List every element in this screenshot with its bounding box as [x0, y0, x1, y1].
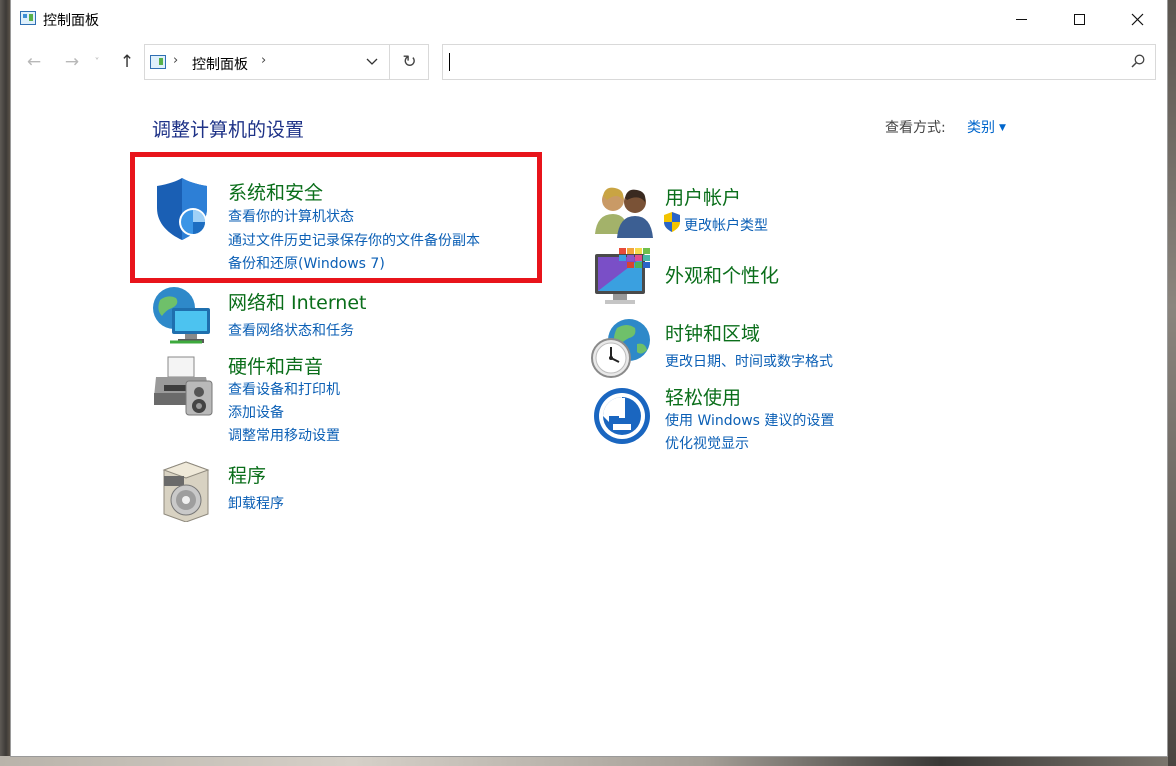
- triangle-down-icon: ▼: [999, 123, 1006, 133]
- link-change-date-time-format[interactable]: 更改日期、时间或数字格式: [665, 351, 833, 371]
- category-programs[interactable]: 程序: [228, 461, 266, 488]
- link-uninstall-program[interactable]: 卸载程序: [228, 493, 284, 513]
- close-button[interactable]: [1108, 0, 1166, 38]
- uac-shield-icon: [664, 212, 680, 232]
- up-button[interactable]: ↑: [116, 50, 138, 74]
- programs-disc-icon[interactable]: [156, 460, 218, 522]
- minimize-button[interactable]: [992, 0, 1050, 38]
- window-title: 控制面板: [43, 13, 99, 29]
- breadcrumb-separator[interactable]: ›: [261, 53, 266, 68]
- minimize-icon: [1015, 18, 1027, 20]
- search-input[interactable]: [442, 44, 1156, 80]
- maximize-icon: [1073, 13, 1085, 25]
- breadcrumb-separator[interactable]: ›: [173, 53, 178, 68]
- chevron-down-icon: [366, 58, 378, 65]
- forward-button[interactable]: →: [61, 50, 83, 74]
- desktop-background-edge: [1168, 0, 1176, 766]
- clock-globe-icon[interactable]: [591, 318, 653, 380]
- category-appearance[interactable]: 外观和个性化: [665, 261, 779, 288]
- address-dropdown-button[interactable]: [355, 45, 389, 79]
- link-add-device[interactable]: 添加设备: [228, 402, 284, 422]
- category-hardware-sound[interactable]: 硬件和声音: [228, 352, 323, 379]
- refresh-button[interactable]: ↻: [389, 45, 429, 79]
- link-mobility-settings[interactable]: 调整常用移动设置: [228, 425, 340, 445]
- category-user-accounts[interactable]: 用户帐户: [665, 183, 741, 210]
- ease-of-access-icon[interactable]: [593, 386, 655, 448]
- link-devices-printers[interactable]: 查看设备和打印机: [228, 379, 340, 399]
- text-caret: [449, 53, 450, 71]
- close-icon: [1131, 13, 1143, 25]
- desktop-background: [0, 756, 1176, 766]
- link-change-account-type[interactable]: 更改帐户类型: [684, 215, 768, 235]
- address-bar[interactable]: › 控制面板 › ↻: [144, 44, 429, 80]
- network-globe-icon[interactable]: [152, 286, 214, 348]
- link-recommended-settings[interactable]: 使用 Windows 建议的设置: [665, 410, 834, 430]
- users-icon[interactable]: [593, 182, 655, 244]
- link-optimize-visual-display[interactable]: 优化视觉显示: [665, 433, 749, 453]
- maximize-button[interactable]: [1050, 0, 1108, 38]
- view-by-dropdown[interactable]: 类别 ▼: [967, 117, 1006, 137]
- highlight-box: [130, 152, 542, 283]
- view-by-value: 类别: [967, 120, 995, 136]
- printer-icon[interactable]: [152, 355, 214, 417]
- search-icon[interactable]: [1131, 54, 1145, 68]
- navigation-bar: ← → ˅ ↑ › 控制面板 › ↻: [11, 40, 1167, 84]
- breadcrumb-control-panel[interactable]: 控制面板: [192, 54, 248, 74]
- title-bar[interactable]: 控制面板: [11, 0, 1167, 38]
- page-title: 调整计算机的设置: [152, 119, 305, 141]
- view-by-label: 查看方式:: [885, 120, 946, 136]
- back-button[interactable]: ←: [23, 50, 45, 74]
- link-network-status[interactable]: 查看网络状态和任务: [228, 320, 354, 340]
- category-network-internet[interactable]: 网络和 Internet: [228, 288, 366, 315]
- control-panel-icon: [20, 11, 36, 25]
- recent-locations-button[interactable]: ˅: [91, 50, 103, 74]
- category-clock-region[interactable]: 时钟和区域: [665, 319, 760, 346]
- control-panel-icon: [150, 55, 166, 69]
- category-ease-of-access[interactable]: 轻松使用: [665, 383, 741, 410]
- monitor-palette-icon[interactable]: [593, 246, 655, 308]
- control-panel-window: 控制面板 ← → ˅ ↑ › 控制面板 › ↻ 调整计算机的设置 查看方式: 类…: [10, 0, 1168, 757]
